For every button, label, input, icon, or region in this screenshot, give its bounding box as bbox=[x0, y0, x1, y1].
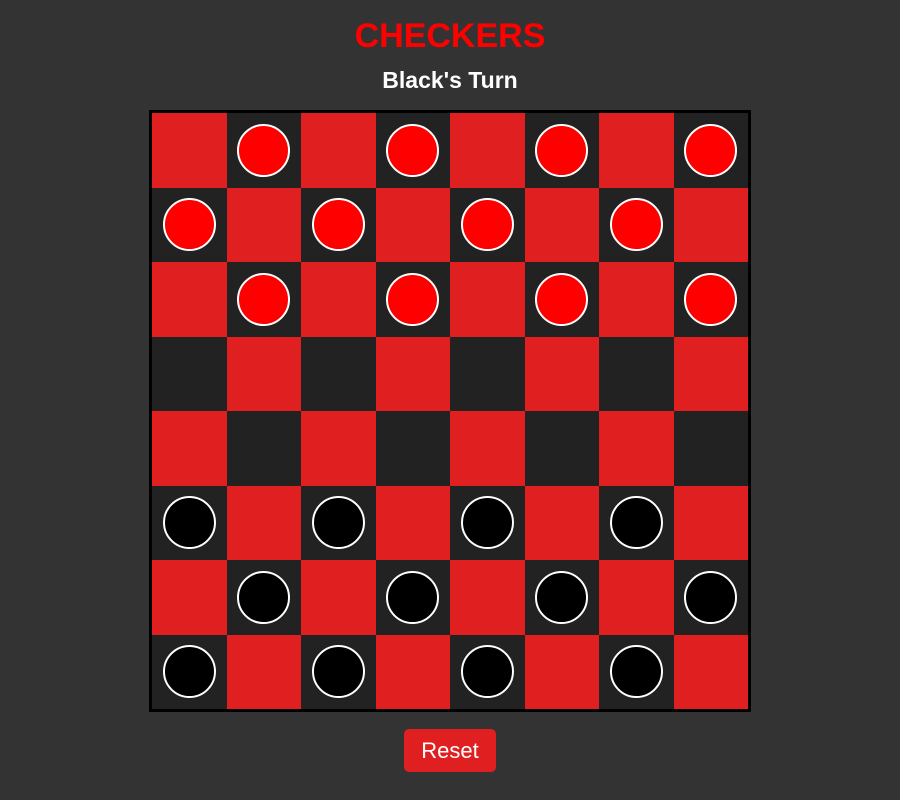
board-square-r7-c7[interactable] bbox=[599, 560, 674, 635]
board-square-r1-c1[interactable] bbox=[152, 113, 227, 188]
checkers-board bbox=[149, 110, 751, 712]
board-square-r1-c8[interactable] bbox=[673, 113, 748, 188]
red-piece[interactable] bbox=[386, 272, 440, 326]
board-square-r8-c3[interactable] bbox=[301, 634, 376, 709]
board-square-r2-c5[interactable] bbox=[450, 187, 525, 262]
board-square-r7-c8[interactable] bbox=[673, 560, 748, 635]
black-piece[interactable] bbox=[460, 496, 514, 550]
board-square-r7-c4[interactable] bbox=[375, 560, 450, 635]
red-piece[interactable] bbox=[684, 123, 738, 177]
board-square-r6-c6[interactable] bbox=[524, 485, 599, 560]
board-square-r2-c1[interactable] bbox=[152, 187, 227, 262]
board-square-r5-c6[interactable] bbox=[524, 411, 599, 486]
board-square-r3-c3[interactable] bbox=[301, 262, 376, 337]
black-piece[interactable] bbox=[460, 645, 514, 699]
black-piece[interactable] bbox=[237, 570, 291, 624]
black-piece[interactable] bbox=[311, 496, 365, 550]
turn-status: Black's Turn bbox=[382, 67, 518, 93]
board-square-r2-c4[interactable] bbox=[375, 187, 450, 262]
board-square-r7-c5[interactable] bbox=[450, 560, 525, 635]
board-square-r6-c5[interactable] bbox=[450, 485, 525, 560]
board-square-r6-c1[interactable] bbox=[152, 485, 227, 560]
red-piece[interactable] bbox=[162, 198, 216, 252]
board-square-r3-c8[interactable] bbox=[673, 262, 748, 337]
black-piece[interactable] bbox=[162, 645, 216, 699]
board-square-r4-c2[interactable] bbox=[226, 336, 301, 411]
board-square-r8-c1[interactable] bbox=[152, 634, 227, 709]
black-piece[interactable] bbox=[609, 496, 663, 550]
game-title: CHECKERS bbox=[354, 17, 546, 55]
board-square-r3-c4[interactable] bbox=[375, 262, 450, 337]
red-piece[interactable] bbox=[460, 198, 514, 252]
red-piece[interactable] bbox=[237, 272, 291, 326]
board-square-r2-c7[interactable] bbox=[599, 187, 674, 262]
board-square-r3-c1[interactable] bbox=[152, 262, 227, 337]
black-piece[interactable] bbox=[162, 496, 216, 550]
black-piece[interactable] bbox=[386, 570, 440, 624]
board-square-r6-c7[interactable] bbox=[599, 485, 674, 560]
board-square-r7-c1[interactable] bbox=[152, 560, 227, 635]
board-square-r7-c6[interactable] bbox=[524, 560, 599, 635]
board-square-r6-c3[interactable] bbox=[301, 485, 376, 560]
board-square-r5-c7[interactable] bbox=[599, 411, 674, 486]
black-piece[interactable] bbox=[609, 645, 663, 699]
board-square-r4-c7[interactable] bbox=[599, 336, 674, 411]
board-square-r3-c6[interactable] bbox=[524, 262, 599, 337]
red-piece[interactable] bbox=[684, 272, 738, 326]
board-square-r8-c5[interactable] bbox=[450, 634, 525, 709]
board-square-r7-c2[interactable] bbox=[226, 560, 301, 635]
board-square-r5-c8[interactable] bbox=[673, 411, 748, 486]
red-piece[interactable] bbox=[311, 198, 365, 252]
board-square-r4-c8[interactable] bbox=[673, 336, 748, 411]
board-square-r8-c4[interactable] bbox=[375, 634, 450, 709]
black-piece[interactable] bbox=[684, 570, 738, 624]
red-piece[interactable] bbox=[535, 123, 589, 177]
board-square-r8-c6[interactable] bbox=[524, 634, 599, 709]
black-piece[interactable] bbox=[311, 645, 365, 699]
board-square-r3-c5[interactable] bbox=[450, 262, 525, 337]
board-square-r6-c8[interactable] bbox=[673, 485, 748, 560]
board-square-r1-c6[interactable] bbox=[524, 113, 599, 188]
board-square-r5-c2[interactable] bbox=[226, 411, 301, 486]
board-square-r4-c4[interactable] bbox=[375, 336, 450, 411]
reset-button[interactable]: Reset bbox=[404, 729, 496, 772]
red-piece[interactable] bbox=[535, 272, 589, 326]
board-square-r5-c4[interactable] bbox=[375, 411, 450, 486]
board-square-r2-c3[interactable] bbox=[301, 187, 376, 262]
board-square-r5-c3[interactable] bbox=[301, 411, 376, 486]
board-square-r2-c8[interactable] bbox=[673, 187, 748, 262]
board-square-r8-c2[interactable] bbox=[226, 634, 301, 709]
board-square-r4-c1[interactable] bbox=[152, 336, 227, 411]
board-square-r3-c7[interactable] bbox=[599, 262, 674, 337]
board-square-r3-c2[interactable] bbox=[226, 262, 301, 337]
board-square-r1-c5[interactable] bbox=[450, 113, 525, 188]
board-square-r8-c8[interactable] bbox=[673, 634, 748, 709]
board-square-r4-c6[interactable] bbox=[524, 336, 599, 411]
board-square-r6-c4[interactable] bbox=[375, 485, 450, 560]
board-square-r2-c2[interactable] bbox=[226, 187, 301, 262]
board-square-r5-c1[interactable] bbox=[152, 411, 227, 486]
board-square-r1-c3[interactable] bbox=[301, 113, 376, 188]
board-square-r1-c4[interactable] bbox=[375, 113, 450, 188]
board-square-r8-c7[interactable] bbox=[599, 634, 674, 709]
board-square-r5-c5[interactable] bbox=[450, 411, 525, 486]
red-piece[interactable] bbox=[237, 123, 291, 177]
board-square-r4-c5[interactable] bbox=[450, 336, 525, 411]
board-square-r1-c7[interactable] bbox=[599, 113, 674, 188]
board-square-r1-c2[interactable] bbox=[226, 113, 301, 188]
red-piece[interactable] bbox=[609, 198, 663, 252]
black-piece[interactable] bbox=[535, 570, 589, 624]
board-square-r4-c3[interactable] bbox=[301, 336, 376, 411]
red-piece[interactable] bbox=[386, 123, 440, 177]
board-square-r7-c3[interactable] bbox=[301, 560, 376, 635]
board-square-r2-c6[interactable] bbox=[524, 187, 599, 262]
board-square-r6-c2[interactable] bbox=[226, 485, 301, 560]
